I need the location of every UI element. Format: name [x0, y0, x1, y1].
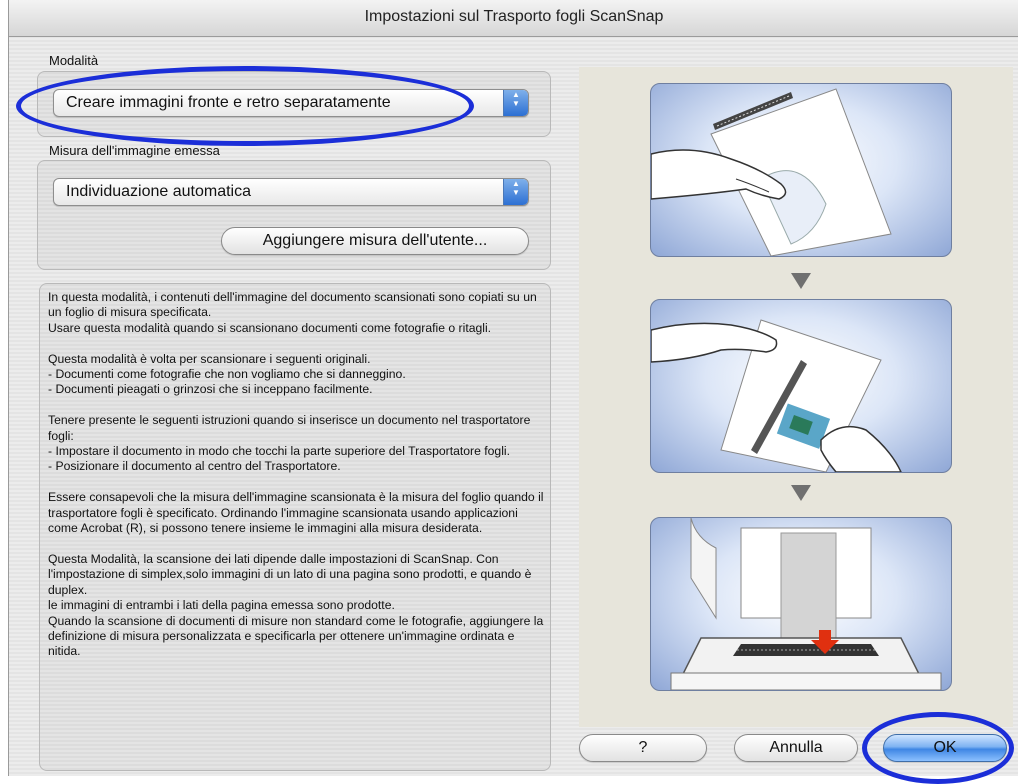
- output-size-label: Misura dell'immagine emessa: [49, 143, 220, 158]
- output-size-popup-value: Individuazione automatica: [66, 183, 252, 200]
- description-box: In questa modalità, i contenuti dell'imm…: [39, 283, 551, 771]
- arrow-down-icon: [791, 485, 811, 501]
- scanner-feeding-image: [670, 518, 942, 690]
- illustration-step-1: [650, 83, 952, 257]
- hand-placing-photo-image: [651, 319, 902, 472]
- popup-arrows-icon: ▲ ▼: [503, 90, 528, 116]
- mode-label: Modalità: [49, 53, 99, 68]
- mode-popup[interactable]: Creare immagini fronte e retro separatam…: [53, 89, 529, 117]
- help-button[interactable]: ?: [579, 734, 707, 762]
- add-user-size-button[interactable]: Aggiungere misura dell'utente...: [221, 227, 529, 255]
- ok-button[interactable]: OK: [883, 734, 1007, 762]
- settings-dialog: Impostazioni sul Trasporto fogli ScanSna…: [8, 0, 1018, 776]
- arrow-down-icon: [791, 273, 811, 289]
- illustration-step-3: [650, 517, 952, 691]
- title-bar: Impostazioni sul Trasporto fogli ScanSna…: [9, 0, 1018, 37]
- description-text: In questa modalità, i contenuti dell'imm…: [48, 290, 544, 659]
- mode-popup-value: Creare immagini fronte e retro separatam…: [66, 94, 391, 111]
- output-size-popup[interactable]: Individuazione automatica ▲ ▼: [53, 178, 529, 206]
- hand-inserting-document-image: [651, 88, 892, 256]
- illustration-step-2: [650, 299, 952, 473]
- cancel-button[interactable]: Annulla: [734, 734, 858, 762]
- illustration-area: [579, 67, 1013, 727]
- popup-arrows-icon: ▲ ▼: [503, 179, 528, 205]
- window-title: Impostazioni sul Trasporto fogli ScanSna…: [364, 8, 664, 25]
